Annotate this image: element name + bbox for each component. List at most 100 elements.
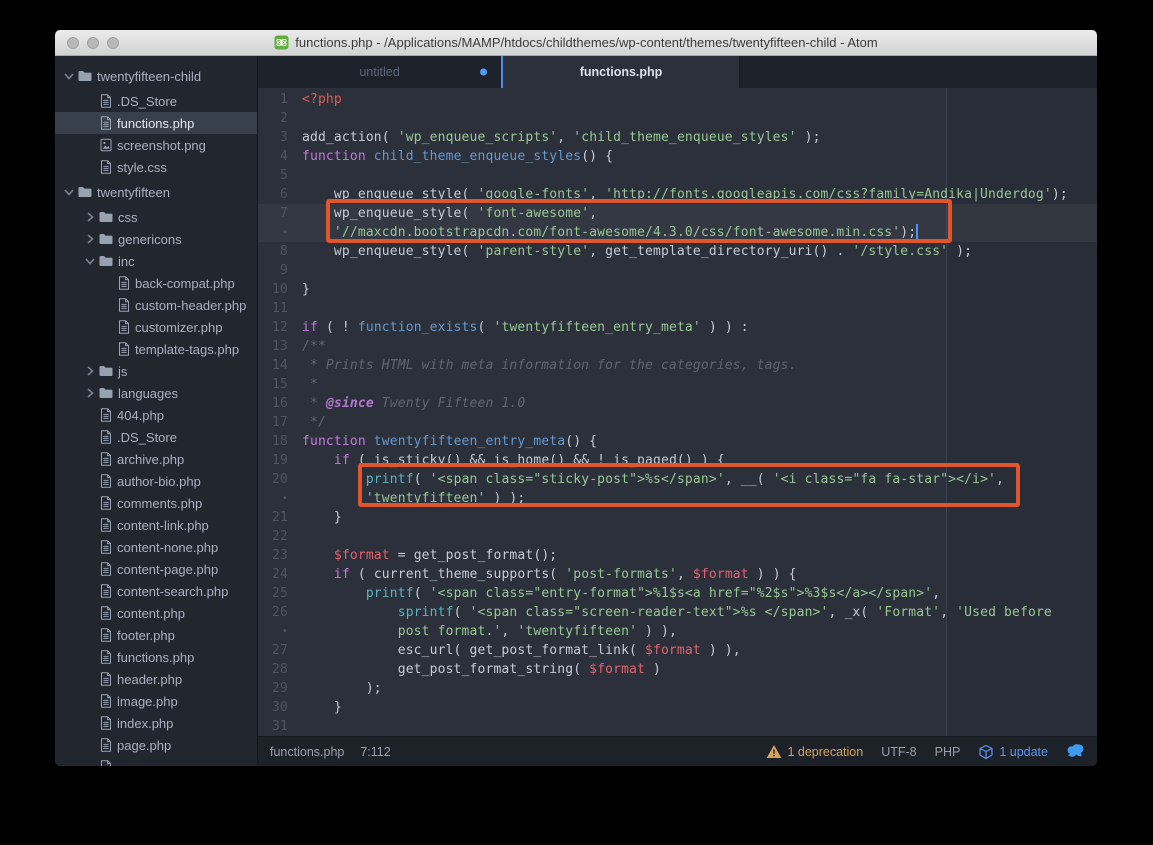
tree-file-author-bio.php[interactable]: author-bio.php (55, 470, 257, 492)
tree-file-content.php[interactable]: content.php (55, 602, 257, 624)
tree-file-page.php[interactable]: page.php (55, 734, 257, 756)
tree-folder-twentyfifteen-child[interactable]: twentyfifteen-child (55, 62, 257, 90)
statusbar-cursor-position[interactable]: 7:112 (360, 745, 390, 759)
tree-file-style.css[interactable]: style.css (55, 156, 257, 178)
tree-file-.DS_Store[interactable]: .DS_Store (55, 90, 257, 112)
gutter-line-number: 13 (272, 339, 288, 354)
gutter-line-number: 22 (272, 529, 288, 544)
tree-file-customizer.php[interactable]: customizer.php (55, 316, 257, 338)
tree-file-content-page.php[interactable]: content-page.php (55, 558, 257, 580)
tree-file-header.php[interactable]: header.php (55, 668, 257, 690)
code-line-15[interactable]: 15 * (258, 375, 1097, 394)
tree-file-404.php[interactable]: 404.php (55, 404, 257, 426)
file-icon (101, 116, 111, 130)
code-line-9[interactable]: 9 (258, 261, 1097, 280)
code-line-18[interactable]: 18 function twentyfifteen_entry_meta() { (258, 432, 1097, 451)
code-line-16[interactable]: 16 * @since Twenty Fifteen 1.0 (258, 394, 1097, 413)
modified-indicator-dot[interactable] (480, 68, 487, 76)
deprecation-status[interactable]: 1 deprecation (766, 744, 863, 759)
minimize-window-button[interactable] (87, 36, 99, 49)
editor-pane[interactable]: 1 <?php 2 3 add_action( 'wp_enqueue_scripts'… (258, 88, 1097, 736)
tree-folder-languages[interactable]: languages (55, 382, 257, 404)
code-line-26[interactable]: 26 sprintf( '<span class="screen-reader-… (258, 603, 1097, 622)
code-line-12[interactable]: 12 if ( ! function_exists( 'twentyfifteen… (258, 318, 1097, 337)
chevron-down-icon[interactable] (84, 255, 96, 267)
tree-file-screenshot.png[interactable]: screenshot.png (55, 134, 257, 156)
code-line-3[interactable]: 3 add_action( 'wp_enqueue_scripts', 'chil… (258, 128, 1097, 147)
code-line-20[interactable]: 20 printf( '<span class="sticky-post">%s… (258, 470, 1097, 489)
tree-folder-inc[interactable]: inc (55, 250, 257, 272)
encoding-selector[interactable]: UTF-8 (881, 745, 916, 759)
code-line-7[interactable]: 7 wp_enqueue_style( 'font-awesome', (258, 204, 1097, 223)
code-line-4[interactable]: 4 function child_theme_enqueue_styles() { (258, 147, 1097, 166)
tree-folder-css[interactable]: css (55, 206, 257, 228)
tab-functions.php[interactable]: functions.php (501, 56, 740, 88)
code-line-2[interactable]: 2 (258, 109, 1097, 128)
code-line-28[interactable]: 28 get_post_format_string( $format ) (258, 660, 1097, 679)
tree-file-back-compat.php[interactable]: back-compat.php (55, 272, 257, 294)
gutter-wrap-bullet: • (281, 626, 288, 637)
code-line-wrap[interactable]: • 'twentyfifteen' ) ); (258, 489, 1097, 508)
zoom-window-button[interactable] (107, 36, 119, 49)
chevron-right-icon[interactable] (84, 233, 96, 245)
tree-file-index.php[interactable]: index.php (55, 712, 257, 734)
folder-icon (99, 234, 113, 244)
package-updates-status[interactable]: 1 update (978, 744, 1048, 760)
chevron-right-icon[interactable] (84, 211, 96, 223)
tree-file-image.php[interactable]: image.php (55, 690, 257, 712)
tree-file-comments.php[interactable]: comments.php (55, 492, 257, 514)
chevron-right-icon[interactable] (84, 365, 96, 377)
code-line-14[interactable]: 14 * Prints HTML with meta information f… (258, 356, 1097, 375)
tree-file-content-none.php[interactable]: content-none.php (55, 536, 257, 558)
tree-file-archive.php[interactable]: archive.php (55, 448, 257, 470)
code-line-22[interactable]: 22 (258, 527, 1097, 546)
tree-folder-js[interactable]: js (55, 360, 257, 382)
code-line-1[interactable]: 1 <?php (258, 90, 1097, 109)
code-line-17[interactable]: 17 */ (258, 413, 1097, 432)
code-line-wrap[interactable]: • '//maxcdn.bootstrapcdn.com/font-awesom… (258, 223, 1097, 242)
tree-file-template-tags.php[interactable]: template-tags.php (55, 338, 257, 360)
tree-view[interactable]: twentyfifteen-child .DS_Store functions.ph… (55, 56, 258, 766)
code-line-5[interactable]: 5 (258, 166, 1097, 185)
tree-file-functions.php[interactable]: functions.php (55, 112, 257, 134)
code-line-24[interactable]: 24 if ( current_theme_supports( 'post-fo… (258, 565, 1097, 584)
code-line-wrap[interactable]: • post format.', 'twentyfifteen' ) ), (258, 622, 1097, 641)
code-line-19[interactable]: 19 if ( is_sticky() && is_home() && ! is… (258, 451, 1097, 470)
code-line-31[interactable]: 31 (258, 717, 1097, 736)
chevron-down-icon[interactable] (63, 70, 75, 82)
code-line-8[interactable]: 8 wp_enqueue_style( 'parent-style', get_… (258, 242, 1097, 261)
code-line-10[interactable]: 10} (258, 280, 1097, 299)
grammar-selector[interactable]: PHP (935, 745, 961, 759)
tree-file-custom-header.php[interactable]: custom-header.php (55, 294, 257, 316)
tree-file-content-link.php[interactable]: content-link.php (55, 514, 257, 536)
code-line-23[interactable]: 23 $format = get_post_format(); (258, 546, 1097, 565)
code-line-6[interactable]: 6 wp_enqueue_style( 'google-fonts', 'htt… (258, 185, 1097, 204)
code-line-27[interactable]: 27 esc_url( get_post_format_link( $forma… (258, 641, 1097, 660)
gutter-line-number: 2 (280, 111, 288, 126)
chevron-down-icon[interactable] (63, 186, 75, 198)
file-icon (119, 342, 129, 356)
code-line-29[interactable]: 29 ); (258, 679, 1097, 698)
code-line-13[interactable]: 13 /** (258, 337, 1097, 356)
tree-folder-twentyfifteen[interactable]: twentyfifteen (55, 178, 257, 206)
tree-file-footer.php[interactable]: footer.php (55, 624, 257, 646)
code-line-30[interactable]: 30 } (258, 698, 1097, 717)
code-text: function twentyfifteen_entry_meta() { (302, 434, 598, 449)
code-line-25[interactable]: 25 printf( '<span class="entry-format">%… (258, 584, 1097, 603)
folder-icon (99, 212, 113, 222)
tab-untitled[interactable]: untitled (258, 56, 501, 88)
tree-file-functions.php[interactable]: functions.php (55, 646, 257, 668)
code-text: '//maxcdn.bootstrapcdn.com/font-awesome/… (302, 223, 919, 240)
tree-folder-genericons[interactable]: genericons (55, 228, 257, 250)
gutter-line-number: 19 (272, 453, 288, 468)
code-line-11[interactable]: 11 (258, 299, 1097, 318)
file-icon (101, 650, 111, 664)
chevron-right-icon[interactable] (84, 387, 96, 399)
code-line-21[interactable]: 21 } (258, 508, 1097, 527)
tree-file-content-search.php[interactable]: content-search.php (55, 580, 257, 602)
close-window-button[interactable] (67, 36, 79, 49)
squirrel-icon[interactable] (1066, 743, 1085, 760)
tree-file-clipped[interactable] (55, 756, 257, 766)
code-text: * (302, 377, 318, 392)
tree-file-.DS_Store[interactable]: .DS_Store (55, 426, 257, 448)
